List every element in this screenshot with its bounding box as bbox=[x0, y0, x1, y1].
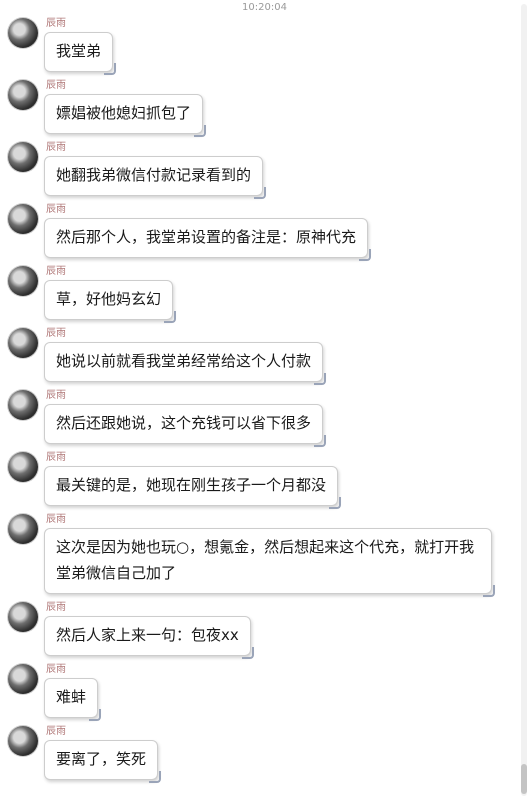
message-text: 然后那个人，我堂弟设置的备注是：原神代充 bbox=[56, 228, 357, 246]
sender-name: 辰雨 bbox=[46, 514, 66, 525]
bubble-corner-icon bbox=[254, 187, 267, 199]
message-text: 然后人家上来一句：包夜xx bbox=[56, 626, 239, 644]
message-bubble[interactable]: 嫖娼被他媳妇抓包了 bbox=[44, 94, 207, 137]
bubble-corner-icon bbox=[89, 709, 102, 721]
avatar[interactable] bbox=[8, 204, 38, 234]
message-bubble[interactable]: 草，好他妈玄幻 bbox=[44, 280, 177, 323]
bubble-corner-icon bbox=[149, 771, 162, 783]
message-text: 她说以前就看我堂弟经常给这个人付款 bbox=[56, 352, 312, 370]
message-text: 这次是因为她也玩○，想氪金，然后想起来这个代充，就打开我堂弟微信自己加了 bbox=[56, 538, 475, 582]
sender-name: 辰雨 bbox=[46, 142, 66, 153]
bubble-corner-icon bbox=[241, 647, 254, 659]
avatar[interactable] bbox=[8, 452, 38, 482]
message-bubble[interactable]: 她说以前就看我堂弟经常给这个人付款 bbox=[44, 342, 327, 385]
message-bubble[interactable]: 这次是因为她也玩○，想氪金，然后想起来这个代充，就打开我堂弟微信自己加了 bbox=[44, 528, 495, 597]
avatar[interactable] bbox=[8, 602, 38, 632]
sender-name: 辰雨 bbox=[46, 390, 66, 401]
avatar[interactable] bbox=[8, 142, 38, 172]
avatar[interactable] bbox=[8, 266, 38, 296]
avatar[interactable] bbox=[8, 664, 38, 694]
message-bubble[interactable]: 然后那个人，我堂弟设置的备注是：原神代充 bbox=[44, 218, 372, 261]
message-text: 然后还跟她说，这个充钱可以省下很多 bbox=[56, 414, 312, 432]
message-bubble[interactable]: 要离了，笑死 bbox=[44, 740, 162, 783]
scrollbar[interactable] bbox=[521, 4, 527, 796]
avatar[interactable] bbox=[8, 726, 38, 756]
bubble-corner-icon bbox=[104, 63, 117, 75]
message-bubble[interactable]: 最关键的是，她现在刚生孩子一个月都没 bbox=[44, 466, 342, 509]
message-text: 草，好他妈玄幻 bbox=[56, 290, 162, 308]
avatar[interactable] bbox=[8, 18, 38, 48]
message-text: 嫖娼被他媳妇抓包了 bbox=[56, 104, 192, 122]
scrollbar-thumb[interactable] bbox=[521, 764, 527, 794]
sender-name: 辰雨 bbox=[46, 452, 66, 463]
bubble-corner-icon bbox=[164, 311, 177, 323]
bubble-corner-icon bbox=[314, 373, 327, 385]
sender-name: 辰雨 bbox=[46, 602, 66, 613]
bubble-corner-icon bbox=[194, 125, 207, 137]
message-text: 我堂弟 bbox=[56, 42, 102, 60]
sender-name: 辰雨 bbox=[46, 80, 66, 91]
message-bubble[interactable]: 难蚌 bbox=[44, 678, 102, 721]
message-text: 最关键的是，她现在刚生孩子一个月都没 bbox=[56, 476, 327, 494]
sender-name: 辰雨 bbox=[46, 664, 66, 675]
sender-name: 辰雨 bbox=[46, 726, 66, 737]
message-text: 要离了，笑死 bbox=[56, 750, 147, 768]
message-bubble[interactable]: 她翻我弟微信付款记录看到的 bbox=[44, 156, 267, 199]
bubble-corner-icon bbox=[483, 585, 495, 597]
bubble-corner-icon bbox=[314, 435, 327, 447]
message-text: 难蚌 bbox=[56, 688, 87, 706]
message-bubble[interactable]: 然后人家上来一句：包夜xx bbox=[44, 616, 254, 659]
message-bubble[interactable]: 我堂弟 bbox=[44, 32, 117, 75]
message-text: 她翻我弟微信付款记录看到的 bbox=[56, 166, 252, 184]
sender-name: 辰雨 bbox=[46, 328, 66, 339]
avatar[interactable] bbox=[8, 328, 38, 358]
bubble-corner-icon bbox=[359, 249, 372, 261]
sender-name: 辰雨 bbox=[46, 204, 66, 215]
avatar[interactable] bbox=[8, 390, 38, 420]
message-bubble[interactable]: 然后还跟她说，这个充钱可以省下很多 bbox=[44, 404, 327, 447]
avatar[interactable] bbox=[8, 80, 38, 110]
timestamp: 10:20:04 bbox=[242, 2, 287, 13]
bubble-corner-icon bbox=[329, 497, 342, 509]
sender-name: 辰雨 bbox=[46, 18, 66, 29]
sender-name: 辰雨 bbox=[46, 266, 66, 277]
avatar[interactable] bbox=[8, 514, 38, 544]
